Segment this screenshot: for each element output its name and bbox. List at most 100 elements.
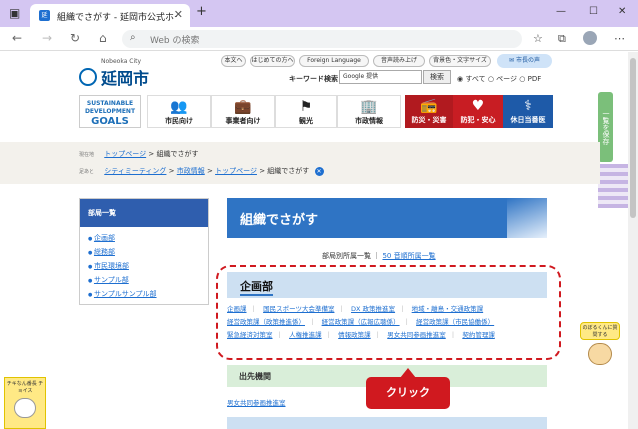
sidebar-item-planning[interactable]: 企画部 (88, 232, 200, 246)
logo-subtitle: Nobeoka City (101, 58, 142, 65)
breadcrumb-top-link[interactable]: トップページ (104, 150, 146, 158)
search-icon: ⌕ (130, 32, 136, 43)
sidebar-item-label: サンプルサンプル部 (93, 290, 157, 298)
sidebar-item-general-affairs[interactable]: 総務部 (88, 246, 200, 260)
back-icon[interactable]: ← (12, 31, 22, 45)
next-section-band (227, 417, 547, 429)
scrollbar[interactable] (628, 52, 638, 429)
nav-business[interactable]: 💼 事業者向け (211, 95, 275, 128)
radio-page-label: ページ (496, 75, 518, 83)
clear-history-icon[interactable]: ✕ (314, 167, 324, 176)
sidebar-item-label: 企画部 (93, 234, 115, 242)
sidebar-item-label: 市民環境部 (93, 262, 129, 270)
history-link-top[interactable]: トップページ (215, 167, 257, 175)
stethoscope-icon: ⚕ (524, 98, 532, 114)
mail-icon: ✉ (509, 57, 516, 64)
forward-icon[interactable]: → (42, 31, 52, 45)
tab-title: 組織でさがす - 延岡市公式ホームページ (57, 13, 177, 23)
nav-citizens-label: 市民向け (165, 117, 193, 125)
mascot-face-icon (14, 398, 36, 418)
chatbot-bubble: のぼるくんに質問する (580, 322, 620, 340)
sidebar-item-civic-environment[interactable]: 市民環境部 (88, 260, 200, 274)
breadcrumb-current-page: 組織でさがす (156, 150, 199, 158)
skip-to-content-link[interactable]: 本文へ (221, 55, 246, 67)
keyword-search-button[interactable]: 検索 (423, 70, 451, 84)
people-icon: 👥 (170, 99, 188, 115)
site-logo[interactable]: Nobeoka City 延岡市 (79, 58, 149, 89)
display-settings-link[interactable]: 背景色・文字サイズ (429, 55, 491, 67)
chatbot-mascot[interactable]: のぼるくんに質問する (580, 322, 620, 372)
first-time-link[interactable]: はじめての方へ (250, 55, 295, 67)
nav-tourism-label: 観光 (299, 117, 313, 125)
minimize-icon[interactable]: — (556, 6, 566, 17)
sdgs-line3: GOALS (91, 116, 129, 127)
sidebar-item-sample[interactable]: サンプル部 (88, 274, 200, 288)
nav-crime[interactable]: ♥ 防犯・安心 (453, 95, 503, 128)
nav-citizens[interactable]: 👥 市民向け (147, 95, 211, 128)
breadcrumb-history: 足あと シティミーティング > 市政情報 > トップページ > 組織でさがす ✕ (79, 166, 324, 176)
nav-disaster[interactable]: 📻 防災・災害 (405, 95, 453, 128)
scrollbar-thumb[interactable] (630, 58, 636, 218)
save-list-tab[interactable]: 一覧を保存 (598, 92, 613, 162)
mayor-voice-label: 市長の声 (515, 57, 540, 64)
radio-pdf-icon[interactable]: ○ (519, 75, 525, 83)
search-scope: ◉ すべて ○ ページ ○ PDF (457, 74, 541, 84)
list-links: 部局別所属一覧 ｜ 50 音順所属一覧 (322, 251, 436, 261)
profile-icon[interactable] (583, 31, 597, 45)
logo-name: 延岡市 (101, 69, 150, 88)
nav-info[interactable]: 🏢 市政情報 (337, 95, 401, 128)
branch-office-link[interactable]: 男女共同参画推進室 (227, 397, 286, 407)
more-icon[interactable]: ⋯ (614, 32, 625, 45)
nav-tourism[interactable]: ⚑ 観光 (275, 95, 337, 128)
sdgs-line1: SUSTAINABLE (86, 100, 134, 107)
mascot-icon (588, 343, 612, 365)
search-input[interactable]: ⌕ Web の検索 (122, 30, 522, 48)
address-bar: ← → ↻ ⌂ ⌕ Web の検索 ☆ ⧉ ⋯ (0, 27, 638, 51)
new-tab-icon[interactable]: + (196, 4, 207, 19)
radio-all-icon[interactable]: ◉ (457, 75, 463, 83)
nav-disaster-label: 防災・災害 (411, 116, 447, 124)
maximize-icon[interactable]: ☐ (589, 6, 598, 17)
radio-icon: 📻 (420, 98, 438, 114)
close-tab-icon[interactable]: ✕ (174, 8, 183, 21)
favorites-icon[interactable]: ☆ (533, 32, 543, 45)
sdgs-line2: DEVELOPMENT (84, 108, 136, 115)
click-callout: クリック (366, 368, 450, 409)
alphabetical-list-link[interactable]: 50 音順所属一覧 (382, 252, 435, 260)
dept-list-label: 部局別所属一覧 (322, 252, 371, 260)
tab-actions-icon[interactable]: ▣ (9, 6, 20, 20)
highlight-annotation (216, 265, 561, 360)
building-icon: 🏢 (360, 99, 378, 115)
city-emblem-icon (79, 68, 97, 86)
browser-tab[interactable]: 延 組織でさがす - 延岡市公式ホームページ ✕ (30, 4, 190, 27)
sdgs-banner[interactable]: SUSTAINABLE DEVELOPMENT GOALS (79, 95, 141, 128)
history-link-info[interactable]: 市政情報 (177, 167, 205, 175)
sidebar-item-sample-sample[interactable]: サンプルサンプル部 (88, 288, 200, 302)
home-icon[interactable]: ⌂ (99, 31, 107, 45)
breadcrumb-separator: > (206, 167, 216, 175)
close-window-icon[interactable]: ✕ (618, 6, 626, 17)
history-link-city-meeting[interactable]: シティミーティング (104, 167, 166, 175)
wisteria-decoration (598, 164, 628, 208)
web-page: Nobeoka City 延岡市 本文へ はじめての方へ Foreign Lan… (0, 52, 638, 429)
breadcrumb-current: 現在地 トップページ > 組織でさがす (79, 149, 198, 159)
reload-icon[interactable]: ↻ (70, 31, 80, 45)
breadcrumb: 現在地 トップページ > 組織でさがす 足あと シティミーティング > 市政情報… (0, 142, 600, 184)
foreign-language-link[interactable]: Foreign Language (299, 55, 369, 67)
nav-crime-label: 防犯・安心 (460, 116, 496, 124)
browser-tab-bar: ▣ 延 組織でさがす - 延岡市公式ホームページ ✕ + — ☐ ✕ (0, 0, 638, 27)
nav-holiday-label: 休日当番医 (510, 116, 546, 124)
page-title: 組織でさがす (240, 213, 319, 228)
heart-icon: ♥ (471, 98, 485, 114)
tiny-mascot-banner[interactable]: チキなん番長 チョイス (4, 377, 46, 429)
mayor-voice-link[interactable]: ✉ 市長の声 (497, 54, 552, 68)
keyword-search-input[interactable]: Google 提供 (339, 70, 422, 84)
read-aloud-link[interactable]: 音声読み上げ (373, 55, 425, 67)
tiny-mascot-label: チキなん番長 チョイス (6, 381, 44, 394)
breadcrumb-current-label: 現在地 (79, 152, 95, 158)
collections-icon[interactable]: ⧉ (558, 32, 566, 46)
history-current: 組織でさがす (267, 167, 310, 175)
favicon-icon: 延 (39, 10, 50, 21)
radio-page-icon[interactable]: ○ (488, 75, 494, 83)
nav-holiday[interactable]: ⚕ 休日当番医 (503, 95, 553, 128)
